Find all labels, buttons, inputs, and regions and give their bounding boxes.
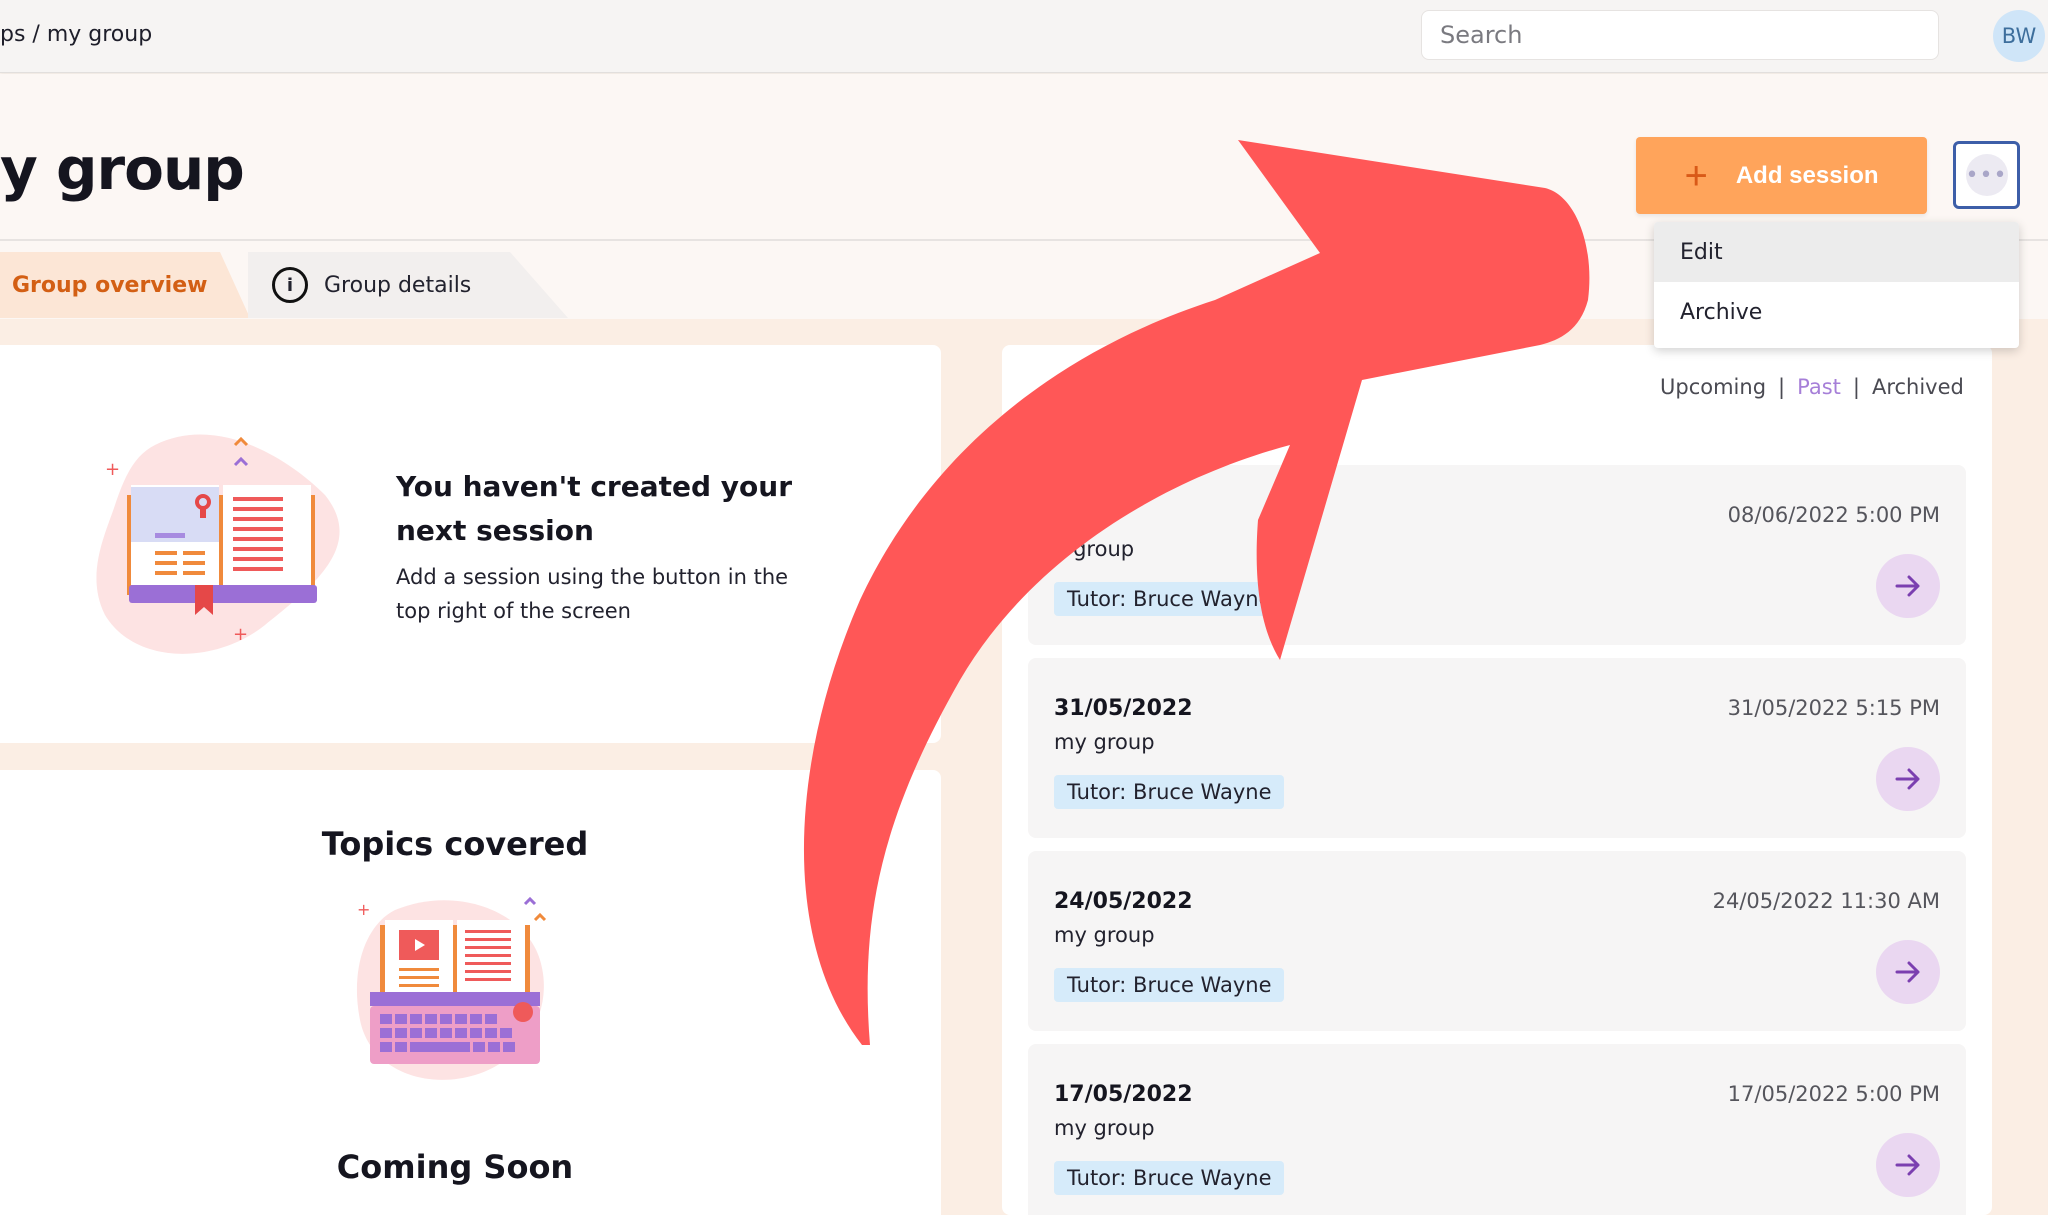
ellipsis-icon: •••	[1965, 154, 2008, 196]
session-row[interactable]: 24/05/2022 my group Tutor: Bruce Wayne 2…	[1028, 851, 1966, 1031]
breadcrumb[interactable]: ps / my group	[0, 22, 152, 47]
filter-archived[interactable]: Archived	[1872, 375, 1964, 399]
session-group: my group	[1054, 923, 1155, 947]
tab-label: Group overview	[12, 272, 208, 298]
avatar[interactable]: BW	[1993, 10, 2045, 62]
tutor-badge: Tutor: Bruce Wayne	[1054, 1161, 1285, 1195]
session-date: 24/05/2022	[1054, 889, 1193, 914]
top-bar: ps / my group BW	[0, 0, 2048, 73]
svg-text:+: +	[233, 624, 248, 645]
empty-state-subtitle: Add a session using the button in the to…	[396, 565, 789, 623]
add-session-label: Add session	[1735, 161, 1879, 189]
session-row[interactable]: y group Tutor: Bruce Wayne 08/06/2022 5:…	[1028, 465, 1966, 645]
add-session-button[interactable]: + Add session	[1636, 137, 1927, 214]
session-group: y group	[1054, 537, 1135, 561]
more-options-menu: Edit Archive	[1654, 222, 2019, 348]
sessions-hint: on to view	[1210, 422, 1319, 446]
tab-label: Group details	[324, 272, 472, 298]
session-row[interactable]: 17/05/2022 my group Tutor: Bruce Wayne 1…	[1028, 1044, 1966, 1215]
arrow-right-icon[interactable]	[1876, 747, 1940, 811]
more-options-button[interactable]: •••	[1953, 141, 2020, 209]
search-input[interactable]	[1421, 10, 1939, 60]
coming-soon-label: Coming Soon	[336, 1148, 574, 1186]
book-illustration: + +	[96, 434, 340, 654]
arrow-right-icon[interactable]	[1876, 554, 1940, 618]
tab-group-overview[interactable]: Group overview	[0, 252, 250, 318]
session-row[interactable]: 31/05/2022 my group Tutor: Bruce Wayne 3…	[1028, 658, 1966, 838]
svg-text:+: +	[357, 900, 370, 919]
plus-icon: +	[1684, 153, 1708, 198]
session-date: 17/05/2022	[1054, 1082, 1193, 1107]
menu-item-edit[interactable]: Edit	[1654, 222, 2019, 282]
menu-item-archive[interactable]: Archive	[1654, 282, 2019, 342]
session-datetime: 31/05/2022 5:15 PM	[1727, 696, 1940, 720]
topics-title: Topics covered	[321, 825, 589, 863]
filter-upcoming[interactable]: Upcoming	[1660, 375, 1766, 399]
session-filter: Upcoming | Past | Archived	[1660, 375, 1964, 399]
tutor-badge: Tutor: Bruce Wayne	[1054, 582, 1285, 616]
session-datetime: 17/05/2022 5:00 PM	[1727, 1082, 1940, 1106]
page-title: y group	[0, 135, 245, 203]
session-group: my group	[1054, 730, 1155, 754]
session-group: my group	[1054, 1116, 1155, 1140]
arrow-right-icon[interactable]	[1876, 940, 1940, 1004]
info-icon: i	[272, 267, 308, 303]
empty-state-title: You haven't created your next session	[396, 470, 793, 547]
tutor-badge: Tutor: Bruce Wayne	[1054, 968, 1285, 1002]
arrow-right-icon[interactable]	[1876, 1133, 1940, 1197]
filter-separator: |	[1778, 375, 1786, 399]
svg-text:+: +	[105, 459, 120, 480]
filter-separator: |	[1852, 375, 1860, 399]
tutor-badge: Tutor: Bruce Wayne	[1054, 775, 1285, 809]
laptop-illustration: +	[356, 896, 547, 1080]
filter-past[interactable]: Past	[1797, 375, 1841, 399]
session-datetime: 08/06/2022 5:00 PM	[1727, 503, 1940, 527]
session-date: 31/05/2022	[1054, 696, 1193, 721]
session-datetime: 24/05/2022 11:30 AM	[1712, 889, 1940, 913]
